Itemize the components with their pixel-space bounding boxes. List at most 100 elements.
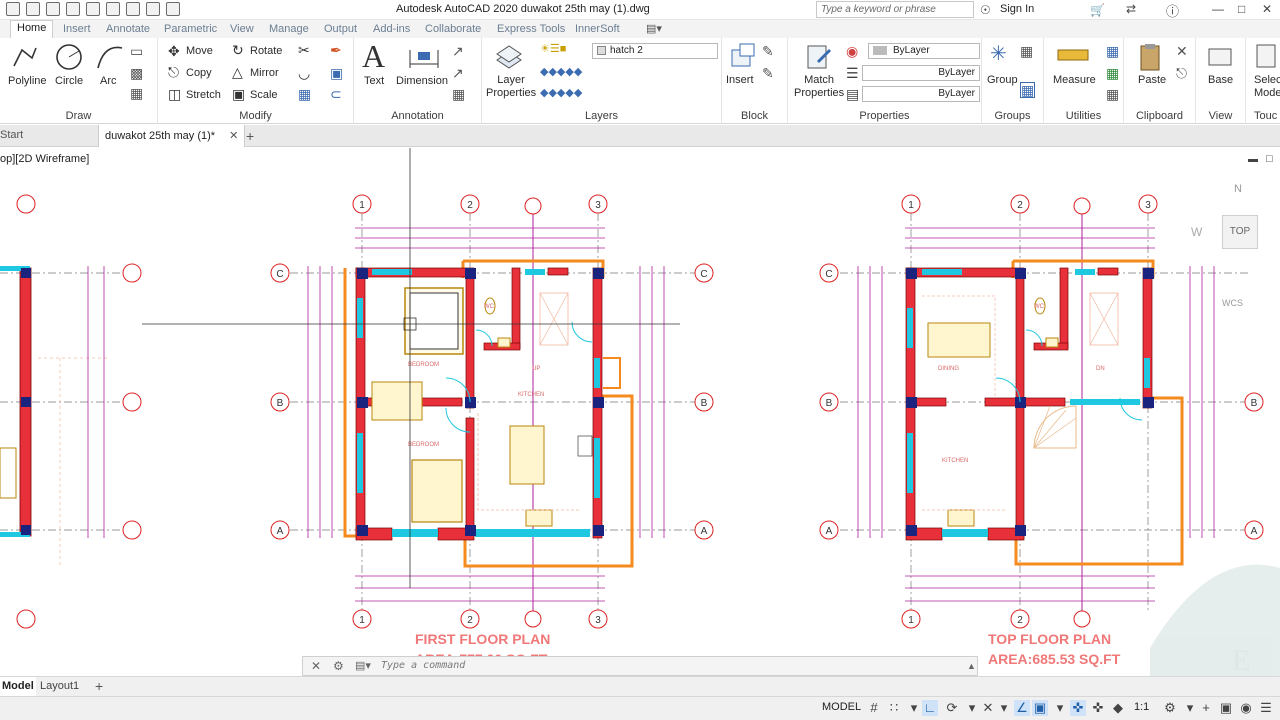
- select-mode-button[interactable]: Selec Mode: [1254, 74, 1280, 100]
- panel-title-groups[interactable]: Groups: [982, 110, 1043, 122]
- close-icon[interactable]: ✕: [1262, 2, 1272, 16]
- panel-title-touch[interactable]: Touc: [1254, 110, 1280, 122]
- tab-parametric[interactable]: Parametric: [164, 23, 217, 35]
- tab-collaborate[interactable]: Collaborate: [425, 23, 481, 35]
- panel-title-view[interactable]: View: [1196, 110, 1245, 122]
- workspace-gear-icon[interactable]: ⚙: [1162, 700, 1178, 716]
- mirror-button[interactable]: Mirror: [250, 67, 279, 79]
- viewcube-north[interactable]: N: [1234, 183, 1242, 195]
- tab-model[interactable]: Model: [0, 677, 36, 696]
- copy-button[interactable]: Copy: [186, 67, 212, 79]
- grid-icon[interactable]: #: [866, 700, 882, 716]
- tab-add-ins[interactable]: Add-ins: [373, 23, 410, 35]
- base-button[interactable]: Base: [1208, 74, 1233, 86]
- customize-icon[interactable]: ⚙: [333, 659, 344, 673]
- panel-title-properties[interactable]: Properties: [788, 110, 981, 122]
- ribbon-options-icon[interactable]: ▤▾: [646, 22, 662, 35]
- undo-icon[interactable]: [146, 2, 160, 16]
- insert-button[interactable]: Insert: [726, 74, 754, 86]
- copy-clip-icon[interactable]: ⎋: [1176, 66, 1187, 80]
- tab-annotate[interactable]: Annotate: [106, 23, 150, 35]
- leader-icon-2[interactable]: ↗: [452, 66, 464, 80]
- sign-in-button[interactable]: Sign In: [1000, 3, 1034, 15]
- ortho-icon[interactable]: ∟: [922, 700, 938, 716]
- share-icon[interactable]: [106, 2, 120, 16]
- dropdown-icon-5[interactable]: ▾: [1182, 700, 1198, 716]
- arc-button[interactable]: Arc: [100, 75, 117, 87]
- selection-cycling-icon[interactable]: ◆: [1110, 700, 1126, 716]
- panel-title-annotation[interactable]: Annotation: [354, 110, 481, 122]
- group-select-icon[interactable]: ▦: [1020, 82, 1036, 98]
- model-space-button[interactable]: MODEL: [822, 701, 861, 713]
- table-icon[interactable]: ▦: [452, 87, 465, 101]
- polar-icon[interactable]: ⟳: [944, 700, 960, 716]
- help-icon[interactable]: ⓘ: [1166, 1, 1179, 20]
- object-snap-tracking-icon[interactable]: ∠: [1014, 700, 1030, 716]
- circle-button[interactable]: Circle: [55, 75, 83, 87]
- explode-icon[interactable]: ▣: [330, 66, 343, 80]
- exchange-icon[interactable]: ⇄: [1126, 2, 1136, 16]
- redo-icon[interactable]: [166, 2, 180, 16]
- recent-commands-icon[interactable]: ▤▾: [355, 659, 371, 672]
- cart-icon[interactable]: 🛒: [1090, 3, 1105, 17]
- paste-button[interactable]: Paste: [1138, 74, 1166, 86]
- panel-title-block[interactable]: Block: [722, 110, 787, 122]
- customize-status-icon[interactable]: ☰: [1258, 700, 1274, 716]
- annotation-scale[interactable]: 1:1: [1134, 701, 1149, 713]
- isodraft-icon[interactable]: ✕: [980, 700, 996, 716]
- polyline-button[interactable]: Polyline: [8, 75, 47, 87]
- close-command-line-icon[interactable]: ✕: [311, 659, 321, 673]
- maximize-icon[interactable]: □: [1238, 2, 1245, 16]
- leader-icon[interactable]: ↗: [452, 44, 464, 58]
- layer-tools-row-2[interactable]: ◆◆◆◆◆: [540, 88, 582, 99]
- calc-icon[interactable]: ▦: [1106, 87, 1119, 101]
- command-history-arrow-icon[interactable]: ▲: [967, 661, 976, 671]
- layer-tools-row-1[interactable]: ◆◆◆◆◆: [540, 67, 582, 78]
- linetype-dropdown[interactable]: ByLayer: [862, 65, 980, 81]
- add-layout-icon[interactable]: +: [95, 678, 103, 694]
- region-icon[interactable]: ▦: [130, 86, 143, 100]
- viewcube-west[interactable]: W: [1191, 225, 1202, 239]
- new-tab-icon[interactable]: +: [246, 128, 254, 144]
- tab-express-tools[interactable]: Express Tools: [497, 23, 565, 35]
- wcs-menu[interactable]: WCS: [1222, 298, 1243, 308]
- panel-title-modify[interactable]: Modify: [158, 110, 353, 122]
- drawing-canvas[interactable]: op][2D Wireframe] ▬ □ BEDROOM BEDROOM KI…: [0, 148, 1280, 676]
- close-tab-icon[interactable]: ✕: [229, 130, 238, 142]
- save-as-icon[interactable]: [86, 2, 100, 16]
- tab-insert[interactable]: Insert: [63, 23, 91, 35]
- annotation-monitor-icon[interactable]: +: [1198, 700, 1214, 716]
- open-icon[interactable]: [46, 2, 60, 16]
- new-icon[interactable]: [26, 2, 40, 16]
- viewcube-top[interactable]: TOP: [1222, 215, 1258, 249]
- layer-dropdown[interactable]: hatch 2: [592, 43, 718, 59]
- layer-properties-button[interactable]: Layer Properties: [486, 74, 536, 100]
- isolate-objects-icon[interactable]: ◉: [1238, 700, 1254, 716]
- hatch-icon[interactable]: ▩: [130, 66, 143, 80]
- tab-layout1[interactable]: Layout1: [40, 680, 79, 692]
- text-button[interactable]: Text: [364, 75, 384, 87]
- panel-title-layers[interactable]: Layers: [482, 110, 721, 122]
- color-dropdown[interactable]: ByLayer: [868, 43, 980, 59]
- quick-calc-icon[interactable]: ▦: [1106, 44, 1119, 58]
- edit-block-icon[interactable]: ✎: [762, 66, 774, 80]
- annotation-visibility-icon[interactable]: ✜: [1070, 700, 1086, 716]
- search-input[interactable]: Type a keyword or phrase: [816, 1, 974, 18]
- id-point-icon[interactable]: ▦: [1106, 66, 1119, 80]
- lineweight-dropdown[interactable]: ByLayer: [862, 86, 980, 102]
- erase-icon[interactable]: ✒: [330, 43, 342, 57]
- cut-icon[interactable]: ✕: [1176, 44, 1188, 58]
- group-button[interactable]: Group: [987, 74, 1018, 86]
- tab-manage[interactable]: Manage: [269, 23, 309, 35]
- trim-icon[interactable]: ✂: [298, 43, 310, 57]
- panel-title-utilities[interactable]: Utilities: [1044, 110, 1123, 122]
- command-input[interactable]: Type a command: [381, 660, 465, 671]
- create-block-icon[interactable]: ✎: [762, 44, 774, 58]
- ungroup-icon[interactable]: ▦: [1020, 44, 1033, 58]
- tab-innersoft[interactable]: InnerSoft: [575, 23, 620, 35]
- stretch-button[interactable]: Stretch: [186, 89, 221, 101]
- tab-view[interactable]: View: [230, 23, 254, 35]
- dropdown-icon-4[interactable]: ▾: [1052, 700, 1068, 716]
- rotate-button[interactable]: Rotate: [250, 45, 282, 57]
- move-button[interactable]: Move: [186, 45, 213, 57]
